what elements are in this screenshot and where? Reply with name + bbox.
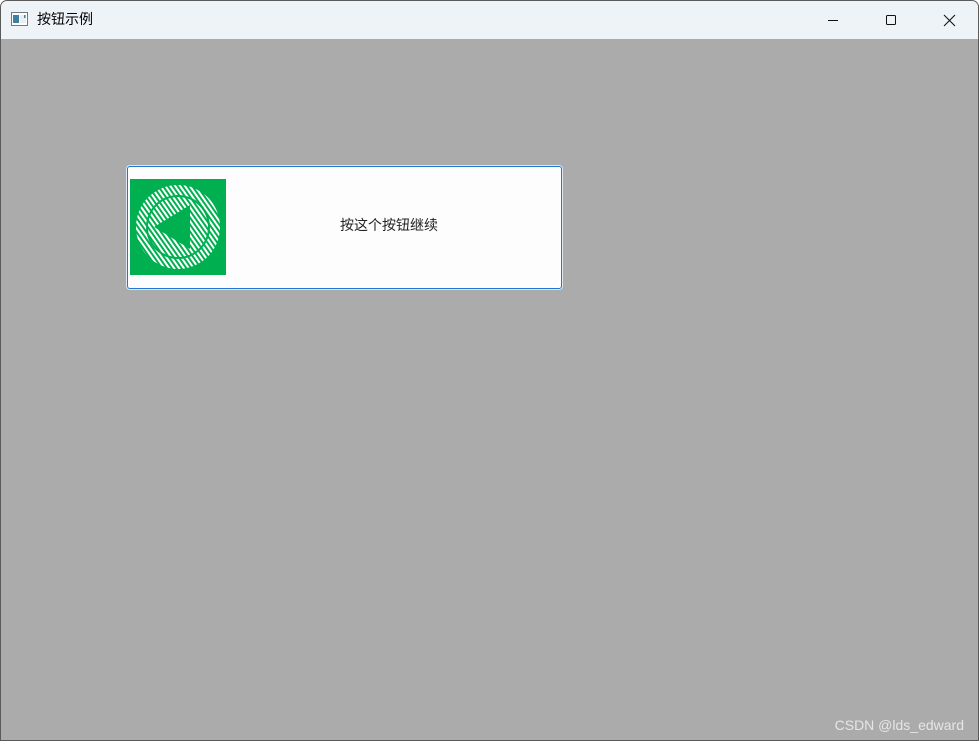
maximize-icon: [886, 15, 896, 25]
watermark-text: CSDN @lds_edward: [834, 717, 964, 733]
title-bar[interactable]: 按钮示例: [1, 1, 978, 39]
minimize-button[interactable]: [804, 1, 862, 39]
back-arrow-circle-icon: [130, 179, 226, 275]
maximize-button[interactable]: [862, 1, 920, 39]
close-button[interactable]: [920, 1, 978, 39]
continue-button-label: 按这个按钮继续: [340, 218, 438, 234]
close-icon: [943, 14, 955, 26]
window-title: 按钮示例: [37, 12, 93, 28]
minimize-icon: [828, 20, 838, 21]
client-area: 按这个按钮继续 CSDN @lds_edward: [1, 39, 978, 740]
app-window: 按钮示例 按这个按钮继续 CSDN @lds_edward: [0, 0, 979, 741]
continue-image-button[interactable]: 按这个按钮继续: [127, 166, 562, 289]
app-window-icon: [11, 12, 28, 26]
